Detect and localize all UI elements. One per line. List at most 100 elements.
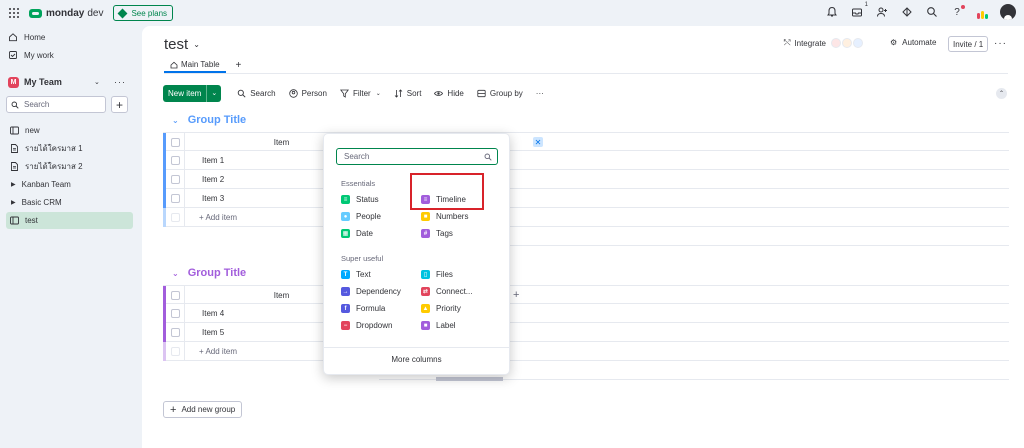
workspace-logo: M (8, 76, 19, 88)
search-icon[interactable] (925, 5, 939, 19)
see-plans-label: See plans (131, 8, 168, 18)
inbox-icon[interactable]: 1 (850, 2, 868, 19)
person-filter-button[interactable]: Person (288, 89, 327, 98)
formula-icon: f (341, 304, 350, 313)
new-item-button[interactable]: New item ⌄ (163, 84, 222, 102)
table-row[interactable]: Item 4 (163, 304, 1009, 323)
sidebar-item-home[interactable]: Home (8, 29, 45, 45)
sidebar-doc-income-2[interactable]: รายได้ใครมาส 2 (6, 158, 133, 175)
more-columns-button[interactable]: More columns (324, 355, 509, 364)
column-option-text[interactable]: T Text (341, 270, 371, 279)
invite-members-icon[interactable] (875, 5, 889, 19)
chevron-down-icon[interactable]: ⌄ (376, 90, 381, 97)
hide-button[interactable]: Hide (434, 89, 464, 98)
more-actions-button[interactable]: ··· (536, 89, 544, 98)
monday-products-icon[interactable] (975, 5, 989, 19)
chevron-down-icon[interactable]: ⌄ (94, 78, 100, 86)
sidebar-board-test[interactable]: test (6, 212, 133, 229)
board-title-text: test (164, 36, 189, 53)
row-checkbox[interactable] (171, 328, 180, 337)
row-checkbox[interactable] (171, 309, 180, 318)
column-option-formula[interactable]: f Formula (341, 304, 385, 313)
add-view-button[interactable]: + (236, 60, 242, 71)
bell-icon[interactable] (825, 5, 839, 19)
column-type-picker: Search Essentials ≡ Status ≡ Timeline ● … (323, 133, 510, 375)
column-option-label: Connect... (436, 287, 473, 296)
select-all-checkbox[interactable] (171, 291, 180, 300)
sidebar-board-label: Kanban Team (21, 180, 71, 189)
logo[interactable]: monday dev (29, 8, 103, 19)
column-option-dependency[interactable]: → Dependency (341, 287, 401, 296)
sidebar-item-my-work[interactable]: My work (8, 47, 54, 63)
invite-button[interactable]: Invite / 1 (948, 36, 989, 52)
tab-main-table[interactable]: Main Table (164, 58, 226, 73)
table-row[interactable]: Item 5 (163, 323, 1009, 342)
group-title[interactable]: Group Title (188, 114, 246, 126)
row-checkbox[interactable] (171, 156, 180, 165)
column-option-label: Label (436, 321, 456, 330)
apps-grid-icon[interactable] (9, 8, 19, 18)
select-all-checkbox[interactable] (171, 138, 180, 147)
automate-button[interactable]: ⚙ Automate (890, 38, 936, 47)
close-icon[interactable]: ✕ (533, 137, 543, 147)
column-option-files[interactable]: ▯ Files (421, 270, 453, 279)
board-title[interactable]: test ⌄ (164, 36, 200, 53)
search-button[interactable]: Search (237, 89, 276, 98)
integrate-button[interactable]: ⤲ Integrate (784, 38, 863, 48)
group-header[interactable]: ⌄ Group Title (172, 267, 246, 279)
column-option-connect-boards[interactable]: ⇄ Connect... (421, 287, 472, 296)
column-option-label-type[interactable]: ■ Label (421, 321, 456, 330)
board-main: test ⌄ ⤲ Integrate ⚙ Automate Invite / 1… (142, 26, 1024, 448)
chevron-down-icon[interactable]: ⌄ (206, 84, 221, 102)
more-icon[interactable]: ··· (994, 38, 1007, 49)
column-option-status[interactable]: ≡ Status (341, 195, 379, 204)
more-icon[interactable]: ··· (114, 77, 126, 87)
column-option-dropdown[interactable]: − Dropdown (341, 321, 392, 330)
sidebar-item-label: My work (24, 50, 54, 60)
group-header[interactable]: ⌄ Group Title (172, 114, 246, 126)
sidebar-folder-kanban[interactable]: ▶ Kanban Team (6, 176, 133, 193)
sidebar-folder-crm[interactable]: ▶ Basic CRM (6, 194, 133, 211)
chevron-down-icon[interactable]: ⌄ (172, 269, 179, 278)
column-option-numbers[interactable]: ■ Numbers (421, 212, 468, 221)
group-color-bar (163, 189, 166, 208)
avatar[interactable] (1000, 4, 1016, 20)
sidebar-doc-income-1[interactable]: รายได้ใครมาส 1 (6, 140, 133, 157)
column-option-date[interactable]: ▦ Date (341, 229, 373, 238)
chevron-up-icon[interactable]: ⌃ (996, 88, 1007, 99)
caret-right-icon[interactable]: ▶ (11, 199, 16, 206)
people-icon: ● (341, 212, 350, 221)
row-checkbox[interactable] (171, 175, 180, 184)
group-by-button[interactable]: Group by (477, 89, 523, 98)
add-new-group-button[interactable]: + Add new group (163, 401, 243, 418)
column-option-priority[interactable]: ▲ Priority (421, 304, 461, 313)
sidebar-search-input[interactable]: Search (6, 96, 106, 113)
add-board-button[interactable]: + (111, 96, 128, 113)
column-option-people[interactable]: ● People (341, 212, 381, 221)
workspace-selector[interactable]: M My Team ⌄ ··· (8, 74, 132, 90)
integrate-icon: ⤲ (784, 38, 791, 47)
column-search-input[interactable]: Search (336, 148, 498, 165)
row-checkbox[interactable] (171, 194, 180, 203)
table-row[interactable]: Item 3 (163, 189, 1009, 208)
see-plans-button[interactable]: See plans (113, 5, 174, 21)
chevron-down-icon[interactable]: ⌄ (193, 40, 200, 49)
caret-right-icon[interactable]: ▶ (11, 181, 16, 188)
chevron-down-icon[interactable]: ⌄ (172, 116, 179, 125)
table-row[interactable]: Item 1 (163, 151, 1009, 170)
sort-button[interactable]: Sort (394, 89, 421, 98)
tabs-divider (164, 73, 1008, 74)
sidebar-board-new[interactable]: new (6, 122, 133, 139)
column-option-tags[interactable]: # Tags (421, 229, 453, 238)
add-item-row[interactable]: + Add item (163, 208, 1009, 227)
add-column-icon[interactable]: + (513, 289, 519, 301)
group-title[interactable]: Group Title (188, 267, 246, 279)
table-row[interactable]: Item 2 (163, 170, 1009, 189)
add-item-row[interactable]: + Add item (163, 342, 1009, 361)
filter-button[interactable]: Filter ⌄ (339, 89, 381, 98)
help-icon[interactable]: ? (950, 5, 965, 19)
apps-marketplace-icon[interactable] (900, 5, 914, 19)
column-option-label: Tags (436, 229, 453, 238)
robot-icon: ⚙ (890, 38, 898, 47)
doc-icon (10, 144, 19, 153)
